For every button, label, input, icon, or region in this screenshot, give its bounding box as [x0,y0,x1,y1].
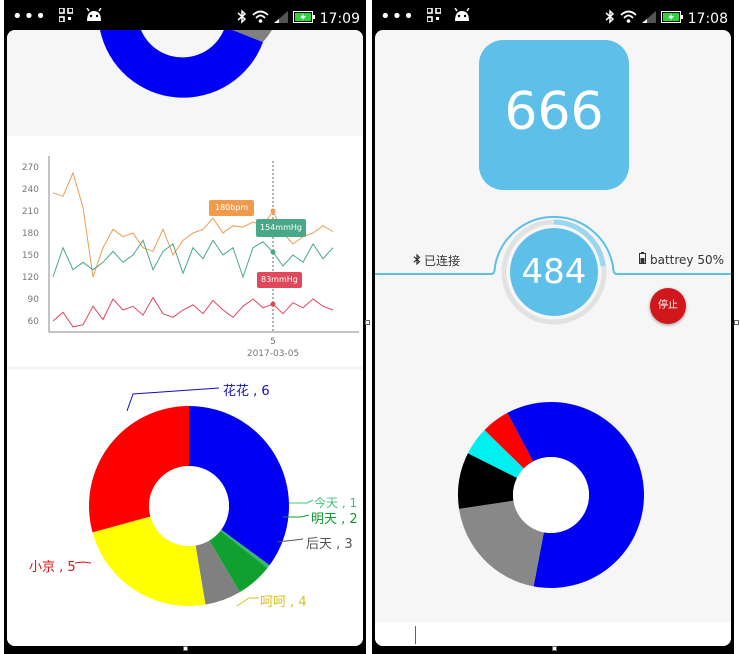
bluetooth-icon [605,9,615,28]
stop-button[interactable]: 停止 [650,288,686,324]
y-tick-label: 240 [22,185,39,195]
connection-status-label: 已连接 [424,254,461,268]
marker-bpm: 180bpm [209,200,255,216]
pie-leader-line-1 [289,499,314,504]
battery-status: battrey 50% [639,252,724,267]
status-bar: ••• 17:09 [4,0,366,34]
status-time: 17:08 [687,10,728,27]
android-robot-icon [85,7,103,26]
pie-leader-line-5 [74,561,92,564]
marker-dia: 83mmHg [257,272,302,288]
pie-label-mingtian: 明天 , 2 [311,512,358,527]
donut-slice-blue [100,30,263,98]
battery-status-label: battrey 50% [650,252,725,267]
bluetooth-icon [413,253,421,269]
pie-hole [513,457,589,533]
connection-status: 已连接 [413,252,460,269]
app-screen: 666 484 已连接 battrey 50% 停止 [375,30,731,646]
qr-grid-icon [426,7,442,26]
selection-handle [552,646,557,651]
highlight-point-0 [270,208,276,214]
y-tick-label: 270 [22,163,39,173]
line-chart: 60 90 120 150 180 210 240 270 5 2017-03-05 [22,156,359,359]
pie-hole [149,466,229,546]
marker-sys: 154mmHg [256,219,306,237]
qr-grid-icon [58,7,74,26]
battery-charging-icon [660,10,683,27]
left-phone-screenshot: ••• 17:09 60 90 120 150 180 210 240 270 … [4,0,366,654]
signal-icon [273,10,288,27]
value-tile-number: 666 [504,82,604,142]
gauge-value: 484 [521,252,587,292]
marker-sys-label: 154mmHg [260,223,302,232]
text-cursor [415,626,416,644]
x-date-label: 2017-03-05 [247,349,299,359]
selection-handle [365,320,370,325]
selection-handle [183,646,188,651]
y-tick-label: 180 [22,229,39,239]
marker-dia-label: 83mmHg [261,275,298,284]
y-tick-label: 150 [22,251,39,261]
y-tick-label: 90 [28,295,40,305]
selection-handle [734,320,739,325]
top-donut-panel [7,30,363,134]
line-chart-panel: 60 90 120 150 180 210 240 270 5 2017-03-05 180bpm… [7,136,363,366]
series-line-2 [52,296,334,328]
app-screen: 60 90 120 150 180 210 240 270 5 2017-03-05 180bpm… [7,30,363,646]
pie-label-houtian: 后天 , 3 [306,537,353,552]
wifi-icon [620,10,637,27]
bluetooth-icon [237,9,247,28]
bottom-bar [375,622,731,646]
pie-label-xiaojing: 小京 , 5 [29,560,76,575]
highlight-point-2 [270,301,276,307]
pie-leader-line-4 [236,597,259,607]
android-robot-icon [453,7,471,26]
signal-icon [641,10,656,27]
pie-chart [74,387,314,607]
stop-button-label: 停止 [658,300,678,311]
wifi-icon [252,10,269,27]
right-phone-screenshot: ••• 17:08 666 484 已连接 battrey 50% 停止 [372,0,734,654]
y-tick-label: 120 [22,273,39,283]
y-tick-label: 60 [28,317,40,327]
more-dots-icon: ••• [12,6,47,27]
pie-label-huahua: 花花 , 6 [223,384,270,399]
x-tick-label: 5 [270,337,276,347]
y-tick-label: 210 [22,207,39,217]
battery-charging-icon [292,10,315,27]
top-donut-chart [100,30,272,98]
status-time: 17:09 [319,10,360,27]
battery-icon [639,252,646,267]
highlight-point-1 [270,249,276,255]
more-dots-icon: ••• [380,6,415,27]
status-bar: ••• 17:08 [372,0,734,34]
pie-label-hehe: 呵呵 , 4 [260,595,307,610]
pie-chart-panel: 花花 , 6 今天 , 1 明天 , 2 后天 , 3 呵呵 , 4 小京 , … [7,370,363,646]
pie-chart [458,402,644,588]
marker-bpm-label: 180bpm [215,203,249,212]
